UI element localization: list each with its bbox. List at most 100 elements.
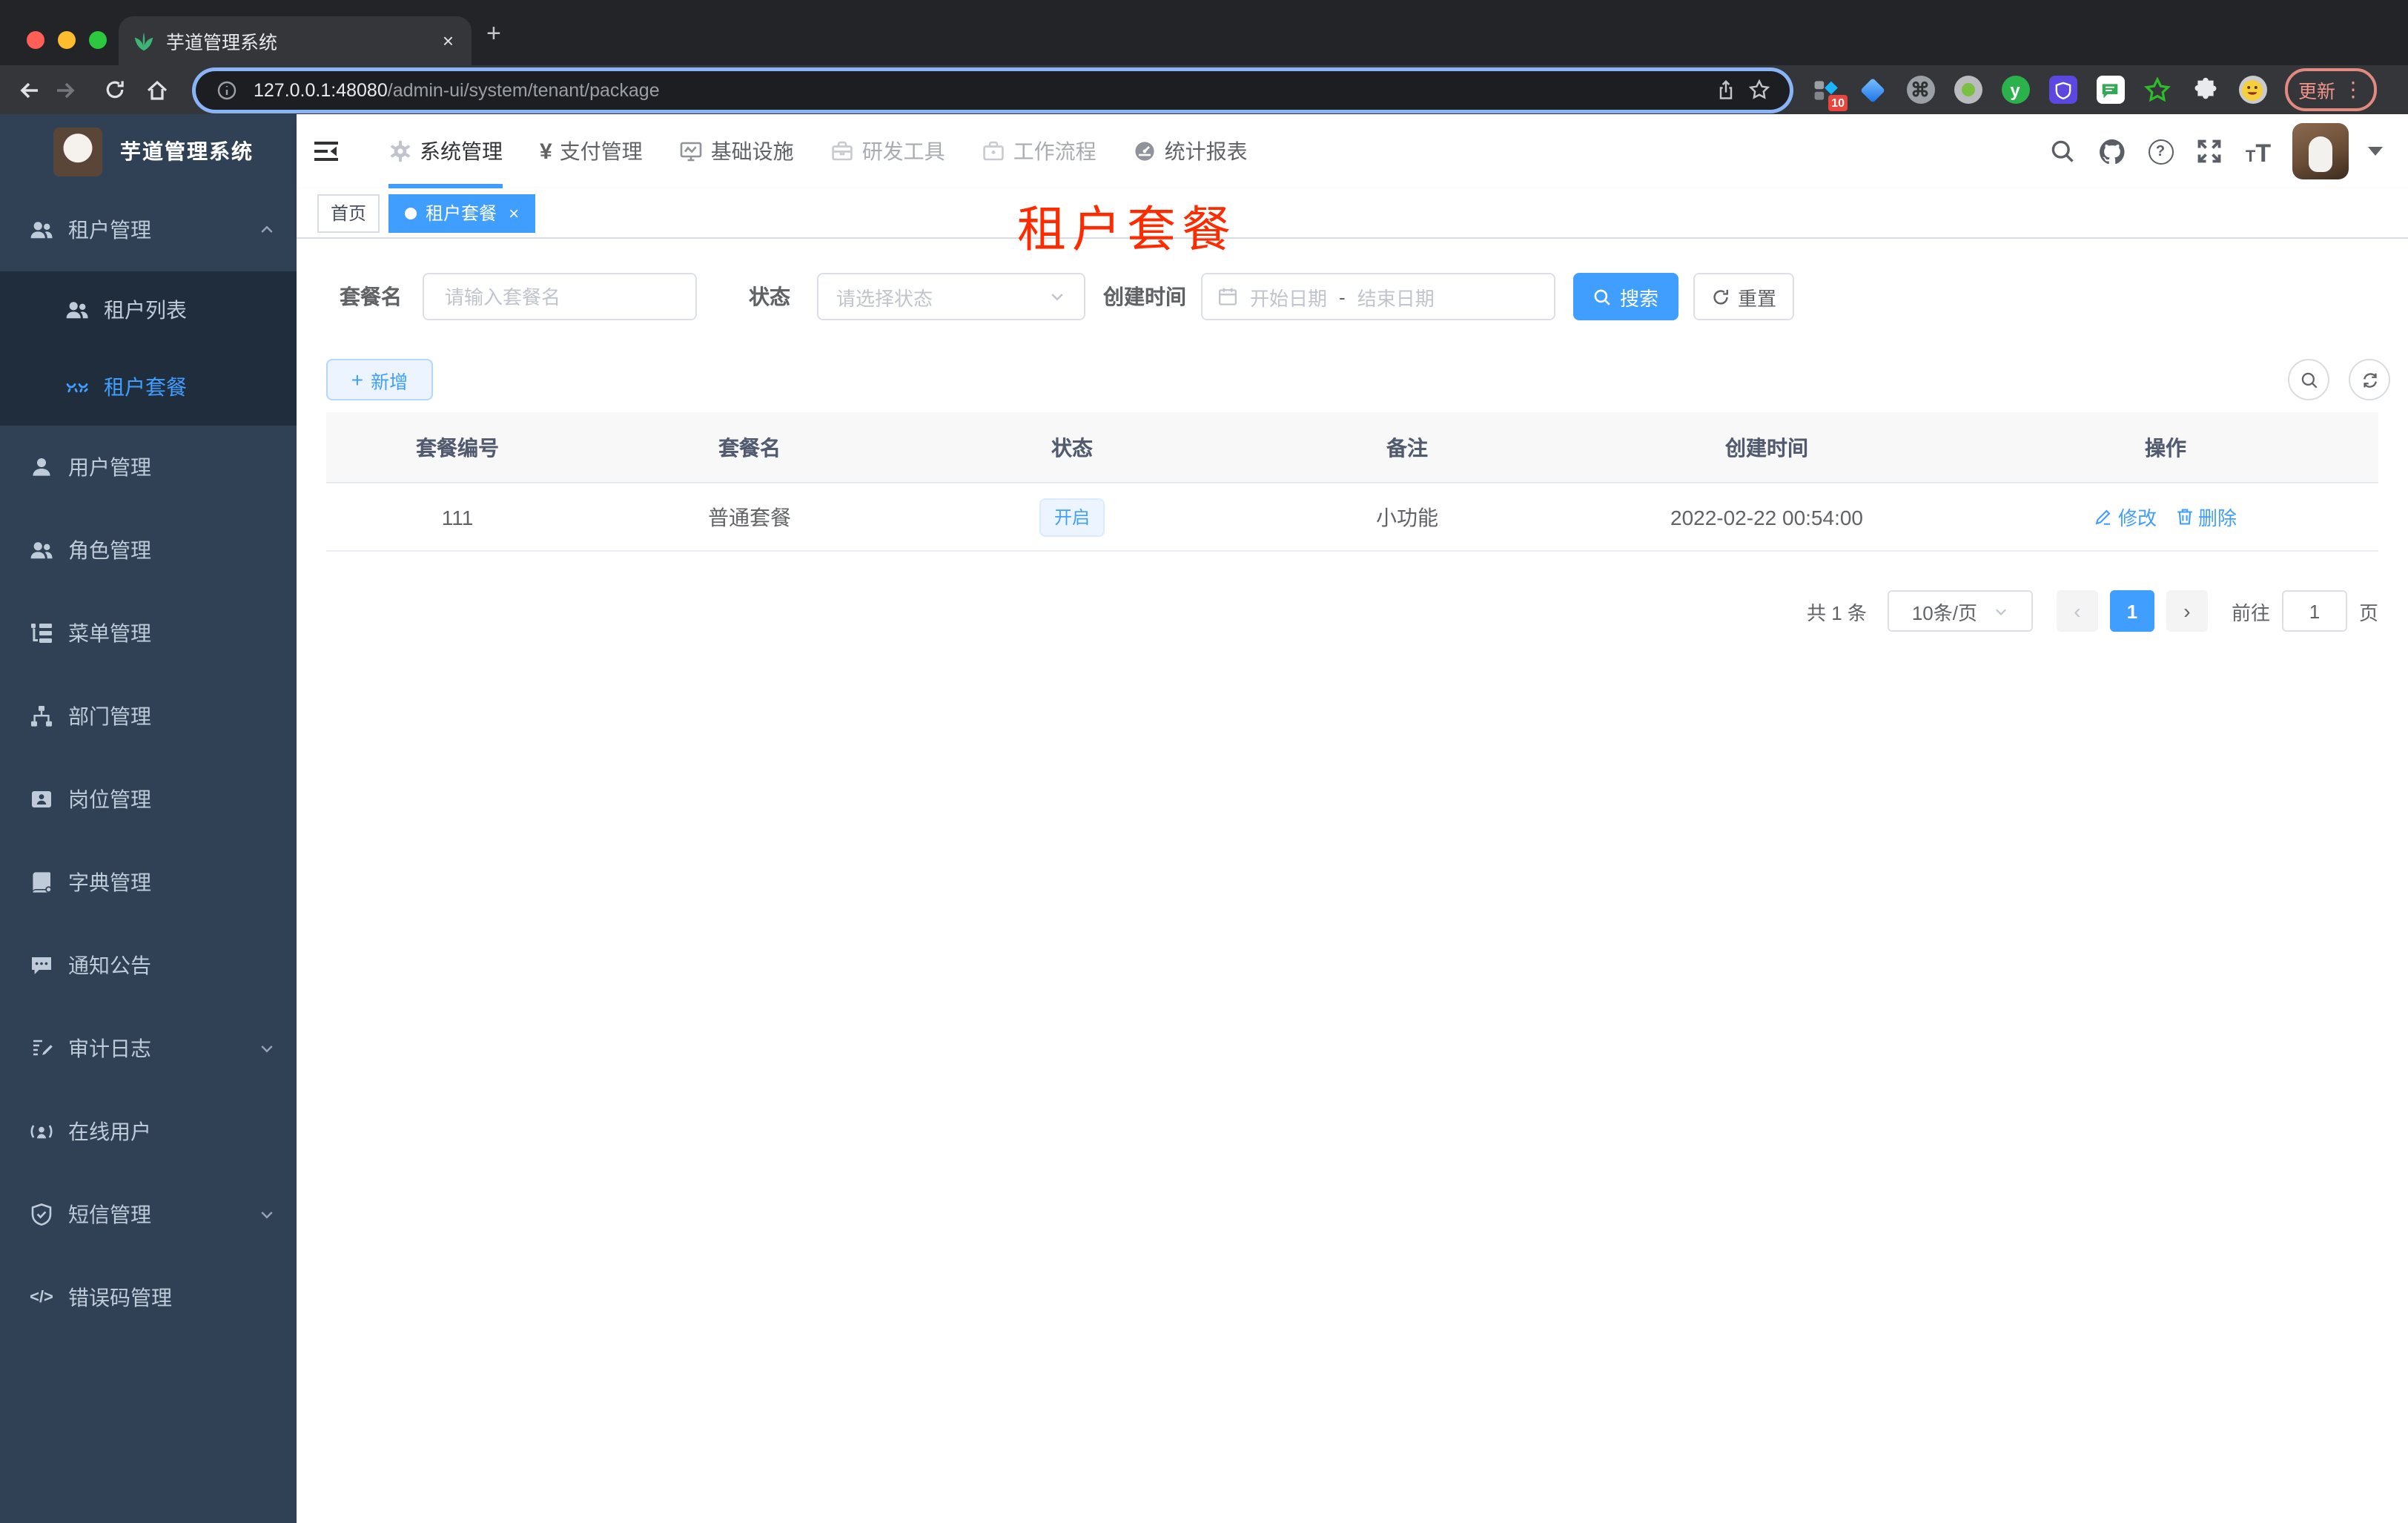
reload-icon[interactable] [96,72,132,108]
sidebar-item-tenant-list[interactable]: 租户列表 [0,271,297,348]
maximize-window-button[interactable] [89,31,107,49]
sidebar-item-sms-management[interactable]: 短信管理 [0,1173,297,1256]
browser-tab[interactable]: 芋道管理系统 × [119,16,472,65]
browser-menu-kebab-icon[interactable]: ⋮ [2343,77,2364,102]
favicon-sprout-icon [134,31,153,50]
reset-button[interactable]: 重置 [1693,273,1794,320]
search-button[interactable]: 搜索 [1573,273,1678,320]
site-info-icon[interactable] [211,79,243,100]
tab-title: 芋道管理系统 [166,33,278,53]
prev-page-button[interactable]: ‹ [2056,590,2098,632]
search-icon[interactable] [2048,136,2077,166]
sidebar-item-tenant-management[interactable]: 租户管理 [0,188,297,271]
home-icon[interactable] [139,72,175,108]
monitor-icon [681,142,702,162]
sidebar-item-label: 租户列表 [104,298,187,322]
sidebar-item-user-management[interactable]: 用户管理 [0,426,297,509]
command-extension-icon[interactable]: ⌘ [1905,75,1935,105]
topnav-reports[interactable]: 统计报表 [1134,114,1248,188]
topnav-label: 基础设施 [710,139,794,163]
table-toolbar: + 新增 [326,359,433,400]
sidebar-item-dict-management[interactable]: 字典管理 [0,841,297,924]
menu-tree-icon [31,624,52,643]
tag-home[interactable]: 首页 [317,194,380,232]
tab-close-icon[interactable]: × [440,30,457,52]
sidebar-item-notice[interactable]: 通知公告 [0,924,297,1007]
sidebar-item-menu-management[interactable]: 菜单管理 [0,592,297,675]
topnav-payment[interactable]: ¥ 支付管理 [540,114,643,188]
show-search-toggle-icon[interactable] [2288,359,2329,400]
tab-manager-extension-icon[interactable]: 10 [1810,75,1848,110]
edit-link[interactable]: 修改 [2094,503,2157,531]
trash-icon [2177,509,2192,525]
star-extension-icon[interactable] [2143,75,2172,105]
chat-extension-icon[interactable] [2095,75,2125,105]
topnav-system[interactable]: 系统管理 [388,114,503,188]
refresh-table-icon[interactable] [2349,359,2390,400]
topnav-label: 统计报表 [1164,139,1248,163]
delete-link[interactable]: 删除 [2174,503,2237,531]
recorder-extension-icon[interactable] [1953,75,1982,105]
sidebar-logo[interactable]: 芋道管理系统 [0,114,297,188]
sidebar-item-post-management[interactable]: 岗位管理 [0,758,297,841]
close-window-button[interactable] [27,31,44,49]
app-root: 芋道管理系统 租户管理 租户列表 租户套餐 用户管理 角色管理 菜单管理 部门管… [0,114,2408,1523]
github-icon[interactable] [2097,136,2126,166]
add-button[interactable]: + 新增 [326,359,433,400]
tag-label: 首页 [331,203,367,224]
table-row[interactable]: 111 普通套餐 开启 小功能 2022-02-22 00:54:00 修改 删… [326,483,2378,550]
url-bar[interactable]: 127.0.0.1:48080/admin-ui/system/tenant/p… [196,70,1790,109]
font-size-icon[interactable]: TT [2243,136,2273,166]
chevron-up-icon [258,221,276,239]
table-tools [2288,359,2390,400]
package-name-input[interactable] [442,284,678,309]
minimize-window-button[interactable] [58,31,76,49]
tag-close-icon[interactable]: × [509,202,519,223]
topnav-dev-tools[interactable]: 研发工具 [831,114,945,188]
back-icon[interactable] [12,72,47,108]
sidebar-submenu-tenant: 租户列表 租户套餐 [0,271,297,426]
date-range-picker[interactable]: 开始日期 - 结束日期 [1201,273,1555,320]
page-size-select[interactable]: 10条/页 [1887,590,2033,632]
reset-label: 重置 [1737,287,1776,309]
help-icon[interactable]: ? [2146,136,2175,166]
avatar-dropdown-caret-icon[interactable] [2368,147,2383,156]
topnav-workflow[interactable]: 工作流程 [982,114,1096,188]
chevron-down-icon [258,1206,276,1223]
window-controls[interactable] [27,31,107,49]
sidebar-item-error-code[interactable]: </> 错误码管理 [0,1256,297,1339]
y-extension-icon[interactable]: y [2000,75,2030,105]
share-icon[interactable] [1710,79,1742,100]
topnav-infrastructure[interactable]: 基础设施 [680,114,794,188]
url-text[interactable]: 127.0.0.1:48080/admin-ui/system/tenant/p… [254,79,1710,100]
sidebar-item-role-management[interactable]: 角色管理 [0,509,297,592]
tag-tenant-package[interactable]: 租户套餐 × [388,194,536,232]
url-host: 127.0.0.1:48080 [254,79,388,100]
sidebar-item-audit-log[interactable]: 审计日志 [0,1007,297,1090]
new-tab-button[interactable]: + [486,19,501,49]
sidebar-item-label: 在线用户 [68,1120,151,1143]
puzzle-extensions-icon[interactable] [2190,75,2220,105]
sidebar-item-tenant-package[interactable]: 租户套餐 [0,348,297,426]
sidebar-item-label: 岗位管理 [68,787,151,811]
goto-page-input[interactable] [2281,590,2347,632]
shield-extension-icon[interactable] [2048,75,2077,105]
edit-pen-icon [2096,509,2111,525]
bookmark-star-icon[interactable] [1742,79,1775,101]
forward-icon[interactable] [47,72,83,108]
emoji-extension-icon[interactable] [2237,75,2267,105]
sidebar-item-dept-management[interactable]: 部门管理 [0,675,297,758]
package-name-label: 套餐名 [340,285,402,308]
status-select[interactable]: 请选择状态 [817,273,1085,320]
cell-remark: 小功能 [1376,505,1438,529]
package-name-input-wrap [423,273,697,320]
browser-update-button[interactable]: 更新 ⋮ [2285,68,2378,111]
column-header: 创建时间 [1725,435,1808,459]
next-page-button[interactable]: › [2166,590,2208,632]
current-page-button[interactable]: 1 [2109,590,2154,632]
gem-extension-icon[interactable] [1858,75,1888,105]
sidebar-fold-icon[interactable] [300,114,353,188]
user-avatar[interactable] [2292,123,2349,179]
sidebar-item-online-users[interactable]: 在线用户 [0,1090,297,1173]
fullscreen-icon[interactable] [2194,136,2224,166]
